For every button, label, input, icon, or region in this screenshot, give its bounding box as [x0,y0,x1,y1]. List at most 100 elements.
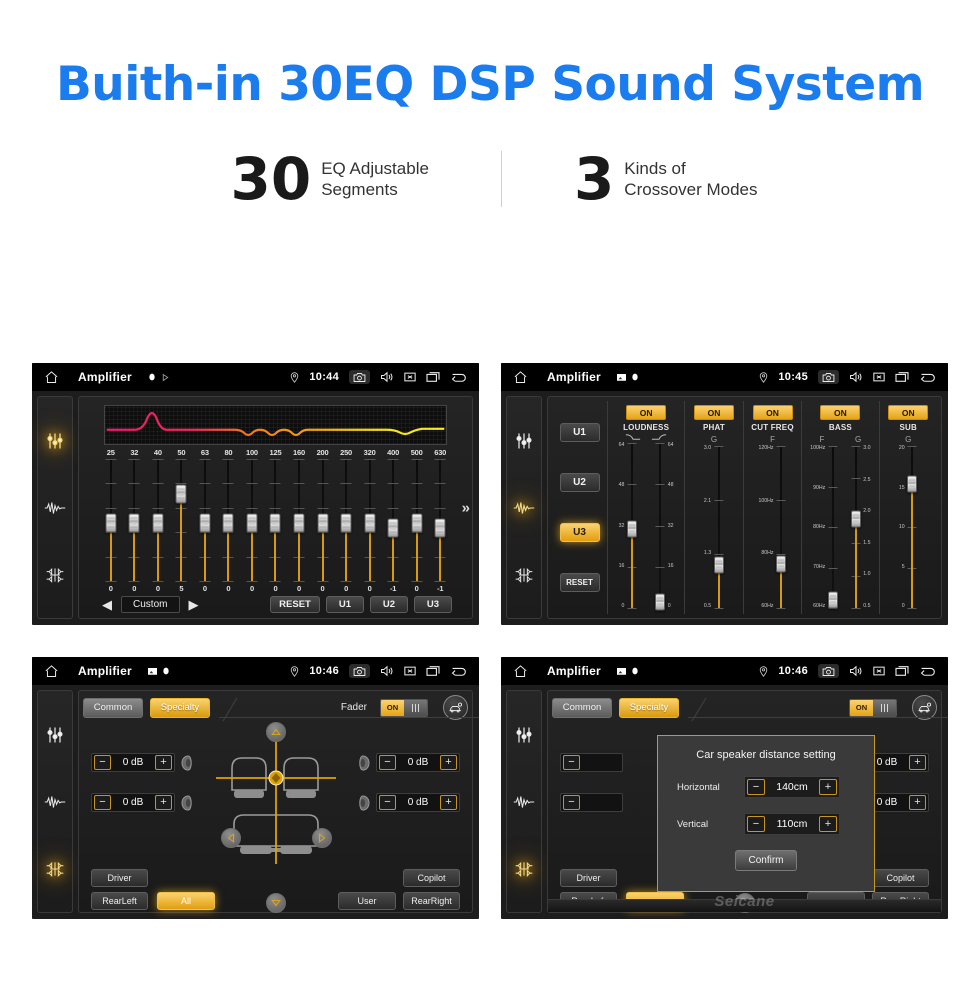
seat-button-user[interactable]: User [338,892,396,910]
crossover-slider[interactable] [712,444,725,610]
minus-button[interactable]: − [563,795,580,810]
volume-icon[interactable] [849,371,863,383]
fader-toggle[interactable]: ON [380,698,428,717]
slider-knob[interactable] [626,520,637,538]
eq-slider[interactable] [240,457,264,583]
dpad-down-button[interactable] [265,893,286,913]
gain-stepper-front-left[interactable]: − [560,753,623,772]
preset-u1-button[interactable]: U1 [326,596,364,613]
eq-slider[interactable] [334,457,358,583]
equalizer-icon[interactable] [42,428,68,454]
slider-knob[interactable] [776,555,786,573]
preset-prev-button[interactable]: ◀ [99,598,115,611]
eq-slider[interactable] [146,457,170,583]
preset-u2-button[interactable]: U2 [370,596,408,613]
slider-knob[interactable] [246,513,258,533]
slider-knob[interactable] [269,513,281,533]
back-icon[interactable] [919,371,936,383]
slider-knob[interactable] [411,513,423,533]
seat-button-rearright[interactable]: RearRight [403,892,460,910]
equalizer-icon[interactable] [511,722,537,748]
volume-icon[interactable] [380,665,394,677]
eq-slider[interactable] [405,457,429,583]
eq-slider[interactable] [428,457,452,583]
slider-knob[interactable] [434,518,446,538]
camera-icon[interactable] [349,664,370,678]
gain-stepper-front-right[interactable]: 0 dB + [866,753,929,772]
close-icon[interactable] [873,665,885,677]
phat-toggle[interactable]: ON [693,405,734,420]
slider-knob[interactable] [293,513,305,533]
minus-button[interactable]: − [379,755,396,770]
balance-icon[interactable] [42,856,68,882]
slider-knob[interactable] [105,513,117,533]
close-icon[interactable] [404,665,416,677]
slider-knob[interactable] [850,510,861,528]
plus-button[interactable]: + [440,795,457,810]
camera-icon[interactable] [818,370,839,384]
crossover-slider[interactable] [906,444,919,610]
minus-button[interactable]: − [747,779,765,795]
slider-knob[interactable] [222,513,234,533]
sub-toggle[interactable]: ON [888,405,929,420]
dpad-up-button[interactable] [265,722,286,742]
gain-stepper-rear-left[interactable]: − [560,793,623,812]
slider-knob[interactable] [387,518,399,538]
plus-button[interactable]: + [155,795,172,810]
seat-button-rearleft[interactable]: RearLeft [91,892,148,910]
bass-toggle[interactable]: ON [820,405,861,420]
slider-knob[interactable] [364,513,376,533]
camera-icon[interactable] [818,664,839,678]
camera-icon[interactable] [349,370,370,384]
dpad-right-button[interactable] [311,828,332,848]
eq-slider[interactable] [217,457,241,583]
close-icon[interactable] [873,371,885,383]
seat-button-copilot[interactable]: Copilot [872,869,929,887]
crossover-preset-u1-button[interactable]: U1 [559,422,600,442]
next-page-chevron-icon[interactable]: » [462,499,470,516]
tab-common[interactable]: Common [552,697,612,718]
slider-knob[interactable] [907,475,918,493]
crossover-preset-u2-button[interactable]: U2 [559,472,600,492]
crossover-slider[interactable] [775,444,788,610]
slider-knob[interactable] [128,513,140,533]
balance-icon[interactable] [42,562,68,588]
crossover-slider[interactable] [849,444,862,610]
gain-stepper-rear-right[interactable]: 0 dB + [866,793,929,812]
crossover-reset-button[interactable]: RESET [559,573,600,593]
tab-specialty[interactable]: Specialty [150,697,210,718]
waveform-icon[interactable] [42,789,68,815]
gain-stepper-front-left[interactable]: − 0 dB + [91,753,175,772]
balance-icon[interactable] [511,856,537,882]
slider-knob[interactable] [175,484,187,504]
plus-button[interactable]: + [440,755,457,770]
recents-icon[interactable] [426,665,440,677]
balance-icon[interactable] [511,562,537,588]
home-icon[interactable] [44,664,59,679]
volume-icon[interactable] [849,665,863,677]
gain-stepper-rear-left[interactable]: − 0 dB + [91,793,175,812]
loudness-toggle[interactable]: ON [626,405,667,420]
crossover-slider[interactable] [625,441,638,610]
eq-slider[interactable] [123,457,147,583]
home-icon[interactable] [513,370,528,385]
preset-next-button[interactable]: ▶ [186,598,202,611]
crossover-slider[interactable] [826,444,839,610]
back-icon[interactable] [450,665,467,677]
confirm-button[interactable]: Confirm [735,850,797,871]
seat-button-all[interactable]: All [157,892,215,910]
minus-button[interactable]: − [379,795,396,810]
tab-common[interactable]: Common [83,697,143,718]
reset-button[interactable]: RESET [270,596,320,613]
close-icon[interactable] [404,371,416,383]
crossover-preset-u3-button[interactable]: U3 [559,523,600,543]
minus-button[interactable]: − [94,795,111,810]
vertical-stepper[interactable]: − 110cm + [744,813,840,835]
plus-button[interactable]: + [155,755,172,770]
back-icon[interactable] [919,665,936,677]
seat-button-driver[interactable]: Driver [560,869,617,887]
eq-slider[interactable] [287,457,311,583]
recents-icon[interactable] [895,371,909,383]
waveform-icon[interactable] [42,495,68,521]
equalizer-icon[interactable] [42,722,68,748]
